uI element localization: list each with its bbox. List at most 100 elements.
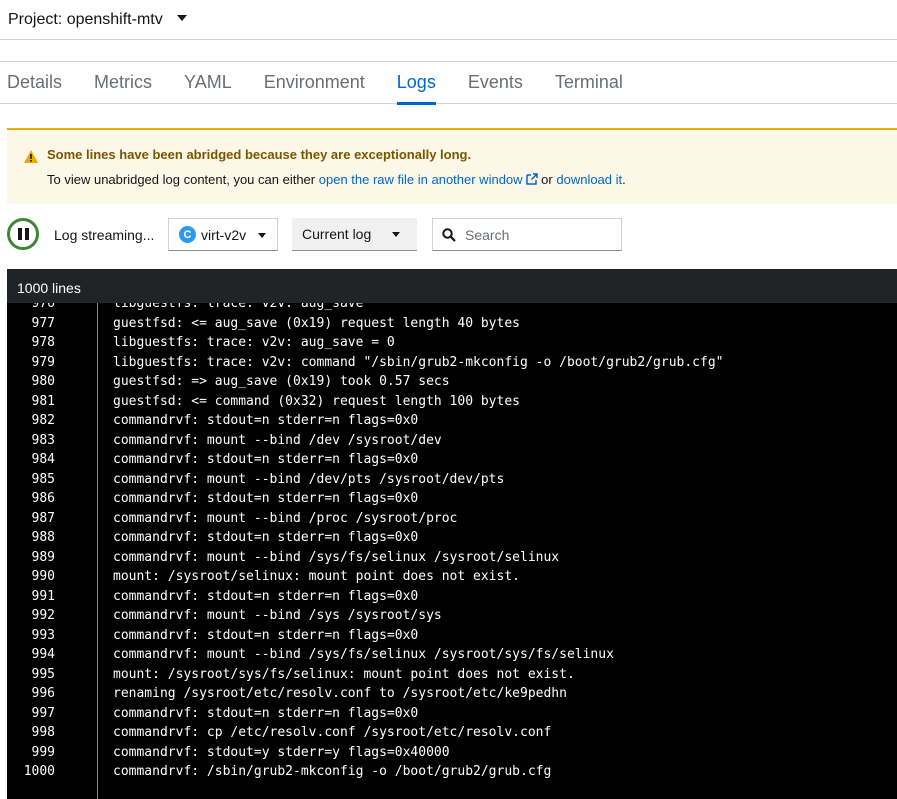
log-line-number: 987 xyxy=(31,510,55,526)
alert-body-prefix: To view unabridged log content, you can … xyxy=(47,172,316,187)
abridged-warning-alert: Some lines have been abridged because th… xyxy=(7,128,897,204)
log-line: 997 commandrvf: stdout=n stderr=n flags=0… xyxy=(7,704,897,724)
log-line-number: 986 xyxy=(31,491,55,506)
log-line-text: commandrvf: stdout=n stderr=n flags=0x0 xyxy=(113,588,419,604)
log-line-number: 997 xyxy=(31,705,55,721)
log-line: 998 commandrvf: cp /etc/resolv.conf /sysr… xyxy=(7,723,897,743)
tab-logs[interactable]: Logs xyxy=(396,62,436,105)
log-line-text: libguestfs: trace: v2v: aug_save xyxy=(113,303,364,311)
tab-yaml[interactable]: YAML xyxy=(184,62,232,104)
tab-metrics[interactable]: Metrics xyxy=(94,62,152,104)
log-lines: 976 libguestfs: trace: v2v: aug_save 977 gu… xyxy=(7,303,897,782)
log-line: 988 commandrvf: stdout=n stderr=n flags=0… xyxy=(7,528,897,548)
log-line-text: guestfsd: <= aug_save (0x19) request len… xyxy=(113,315,520,331)
log-line-text: commandrvf: cp /etc/resolv.conf /sysroot… xyxy=(113,725,552,740)
log-line-number: 985 xyxy=(31,471,55,487)
log-line-number: 989 xyxy=(31,549,55,565)
log-line-number: 999 xyxy=(31,744,55,760)
log-line-text: guestfsd: <= command (0x32) request leng… xyxy=(113,393,520,409)
download-log-link[interactable]: download it xyxy=(556,172,622,187)
log-type-label: Current log xyxy=(302,226,372,242)
log-line: 980 guestfsd: => aug_save (0x19) took 0.5… xyxy=(7,372,897,392)
log-line: 987 commandrvf: mount --bind /proc /sysro… xyxy=(7,509,897,529)
log-line: 984 commandrvf: stdout=n stderr=n flags=0… xyxy=(7,450,897,470)
horizontal-tabs: Details Metrics YAML Environment Logs Ev… xyxy=(0,62,897,105)
open-raw-file-link[interactable]: open the raw file in another window xyxy=(319,172,538,187)
log-type-dropdown[interactable]: Current log xyxy=(292,218,417,251)
tab-terminal[interactable]: Terminal xyxy=(555,62,623,104)
alert-title: Some lines have been abridged because th… xyxy=(47,147,472,162)
log-line: 979 libguestfs: trace: v2v: command "/sbi… xyxy=(7,353,897,373)
log-line-number: 998 xyxy=(31,725,55,740)
log-line-text: commandrvf: mount --bind /sys /sysroot/s… xyxy=(113,608,442,623)
log-line: 993 commandrvf: stdout=n stderr=n flags=0… xyxy=(7,626,897,646)
log-line-text: renaming /sysroot/etc/resolv.conf to /sy… xyxy=(113,686,567,701)
log-line-text: commandrvf: mount --bind /proc /sysroot/… xyxy=(113,510,458,526)
log-line: 986 commandrvf: stdout=n stderr=n flags=0… xyxy=(7,489,897,509)
search-input[interactable] xyxy=(433,219,621,250)
log-line-text: commandrvf: mount --bind /dev /sysroot/d… xyxy=(113,432,442,448)
log-line-number: 981 xyxy=(31,393,55,409)
log-line-text: commandrvf: stdout=n stderr=n flags=0x0 xyxy=(113,413,419,428)
log-line-text: commandrvf: mount --bind /sys/fs/selinux… xyxy=(113,647,614,662)
log-search xyxy=(432,218,622,251)
alert-body-suffix: . xyxy=(622,172,626,187)
log-line-number: 991 xyxy=(31,588,55,604)
log-toolbar: Log streaming... C virt-v2v Current log xyxy=(0,216,897,254)
project-selector[interactable]: Project: openshift-mtv xyxy=(0,0,897,40)
log-line-number: 979 xyxy=(31,354,55,370)
log-line-number: 994 xyxy=(31,647,55,662)
container-name: virt-v2v xyxy=(201,226,247,243)
tab-events[interactable]: Events xyxy=(468,62,523,104)
log-line-number: 995 xyxy=(31,666,55,682)
log-line-text: commandrvf: mount --bind /dev/pts /sysro… xyxy=(113,471,505,487)
log-line-text: commandrvf: /sbin/grub2-mkconfig -o /boo… xyxy=(113,764,552,779)
log-line: 1000 commandrvf: /sbin/grub2-mkconfig -o … xyxy=(7,762,897,782)
log-line: 999 commandrvf: stdout=y stderr=y flags=0… xyxy=(7,743,897,763)
log-line: 978 libguestfs: trace: v2v: aug_save = 0 xyxy=(7,333,897,353)
log-line-number: 996 xyxy=(31,686,55,701)
alert-body: To view unabridged log content, you can … xyxy=(47,172,897,187)
external-link-icon xyxy=(525,173,538,185)
log-line-number: 977 xyxy=(31,315,55,331)
tab-environment[interactable]: Environment xyxy=(264,62,365,104)
log-line-text: commandrvf: stdout=n stderr=n flags=0x0 xyxy=(113,491,419,506)
container-badge: C xyxy=(179,226,196,243)
pause-streaming-button[interactable] xyxy=(7,218,39,250)
log-line-text: commandrvf: stdout=n stderr=n flags=0x0 xyxy=(113,705,419,721)
log-line-text: mount: /sysroot/selinux: mount point doe… xyxy=(113,569,520,584)
log-line: 990 mount: /sysroot/selinux: mount point … xyxy=(7,567,897,587)
caret-down-icon xyxy=(392,232,400,237)
log-line: 976 libguestfs: trace: v2v: aug_save xyxy=(7,303,897,314)
caret-down-icon xyxy=(258,233,266,238)
line-number-divider xyxy=(97,303,98,799)
log-line-number: 990 xyxy=(31,569,55,584)
log-line: 991 commandrvf: stdout=n stderr=n flags=0… xyxy=(7,587,897,607)
alert-body-middle: or xyxy=(541,172,553,187)
log-line-number: 982 xyxy=(31,413,55,428)
log-line: 983 commandrvf: mount --bind /dev /sysroo… xyxy=(7,431,897,451)
log-line-text: commandrvf: stdout=n stderr=n flags=0x0 xyxy=(113,452,419,467)
log-line-count: 1000 lines xyxy=(7,269,897,303)
log-line-text: commandrvf: stdout=n stderr=n flags=0x0 xyxy=(113,530,419,545)
log-window[interactable]: 976 libguestfs: trace: v2v: aug_save 977 gu… xyxy=(7,303,897,799)
warning-triangle-icon xyxy=(24,150,38,163)
log-line: 996 renaming /sysroot/etc/resolv.conf to … xyxy=(7,684,897,704)
log-line-number: 1000 xyxy=(23,764,55,779)
log-line-number: 993 xyxy=(31,627,55,643)
log-line-number: 978 xyxy=(31,335,55,350)
log-line-text: commandrvf: stdout=n stderr=n flags=0x0 xyxy=(113,627,419,643)
log-line: 982 commandrvf: stdout=n stderr=n flags=0… xyxy=(7,411,897,431)
log-line-text: mount: /sysroot/sys/fs/selinux: mount po… xyxy=(113,666,575,682)
log-line: 994 commandrvf: mount --bind /sys/fs/seli… xyxy=(7,645,897,665)
log-line-number: 983 xyxy=(31,432,55,448)
log-line-text: commandrvf: mount --bind /sys/fs/selinux… xyxy=(113,549,560,565)
log-line-number: 976 xyxy=(31,303,55,311)
log-line: 989 commandrvf: mount --bind /sys/fs/seli… xyxy=(7,548,897,568)
container-dropdown[interactable]: C virt-v2v xyxy=(168,218,278,251)
log-line-number: 980 xyxy=(31,374,55,389)
log-line-text: guestfsd: => aug_save (0x19) took 0.57 s… xyxy=(113,374,450,389)
log-line-text: libguestfs: trace: v2v: aug_save = 0 xyxy=(113,335,395,350)
tab-details[interactable]: Details xyxy=(7,62,62,104)
breadcrumb-area xyxy=(0,41,897,62)
